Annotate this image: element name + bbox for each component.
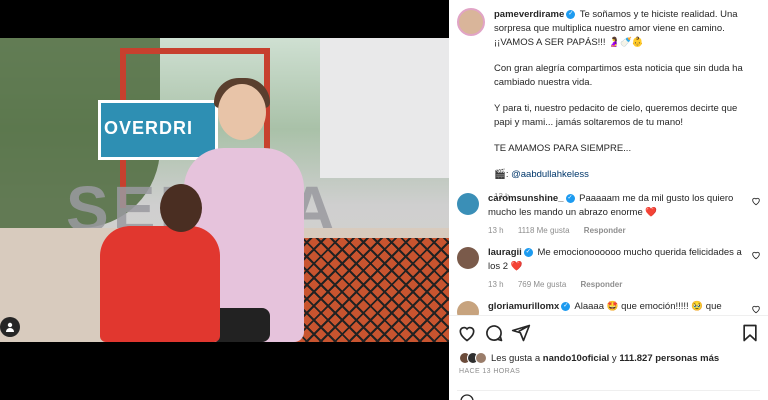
photo-man (100, 226, 220, 342)
photo-backdrop (320, 38, 449, 178)
comment-time[interactable]: 13 h (488, 226, 504, 235)
liker-avatar (475, 352, 487, 364)
photo-credit-mention[interactable]: @aabdullahkeless (511, 169, 589, 180)
comment-item: gloriamurillomx ✓ Alaaaa 🤩 que emoción!!!… (457, 300, 765, 315)
user-tag-icon[interactable] (0, 317, 20, 337)
verified-icon: ✓ (566, 9, 576, 19)
comment-time[interactable]: 13 h (488, 280, 504, 289)
reply-button[interactable]: Responder (581, 280, 623, 289)
comment-avatar[interactable] (457, 193, 479, 215)
comment-like-heart-icon[interactable] (751, 304, 761, 314)
caption-line-2: Con gran alegría compartimos esta notici… (494, 63, 743, 88)
clapper-icon: 🎬 (494, 169, 506, 180)
heart-icon[interactable] (457, 323, 477, 343)
actions-divider (449, 315, 768, 316)
bookmark-icon[interactable] (740, 323, 760, 343)
author-avatar[interactable] (457, 8, 485, 36)
comment-item: lauragii ✓ Me emocionoooooo mucho querida… (457, 246, 765, 292)
verified-icon: ✓ (561, 301, 571, 311)
post-side-panel: pameverdirame ✓ Te soñamos y te hiciste r… (449, 0, 768, 400)
caption-line-4: TE AMAMOS PARA SIEMPRE... (494, 143, 632, 154)
photo-sign-text: OVERDRI (104, 118, 194, 138)
reply-button[interactable]: Responder (584, 226, 626, 235)
post-photo[interactable]: OVERDRI SEMINA (0, 38, 449, 342)
likes-summary: Les gusta a nando10oficial y 111.827 per… (459, 352, 719, 364)
comment-likes[interactable]: 769 Me gusta (518, 280, 566, 289)
likes-connector: y (611, 352, 617, 364)
add-comment-bar (457, 390, 760, 400)
comment-item: caromsunshine_ ✓ Paaaaam me da mil gusto … (457, 192, 765, 238)
likes-prefix: Les gusta a (491, 352, 541, 364)
post-actions (457, 323, 760, 345)
comment-likes[interactable]: 1118 Me gusta (518, 226, 570, 235)
comment-like-heart-icon[interactable] (751, 196, 761, 206)
post-timestamp[interactable]: HACE 13 HORAS (459, 368, 520, 375)
caption-line-3: Y para ti, nuestro pedacito de cielo, qu… (494, 103, 738, 128)
comment-avatar[interactable] (457, 301, 479, 315)
photo-net (292, 238, 449, 342)
comment-username[interactable]: caromsunshine_ (488, 193, 564, 204)
verified-icon: ✓ (523, 247, 533, 257)
likes-count[interactable]: 111.827 personas más (619, 353, 719, 364)
comment-icon[interactable] (484, 323, 504, 343)
emoji-icon[interactable] (459, 393, 475, 400)
likes-user[interactable]: nando10oficial (543, 353, 610, 364)
comment-username[interactable]: gloriamurillomx (488, 301, 559, 312)
comment-like-heart-icon[interactable] (751, 250, 761, 260)
share-icon[interactable] (511, 323, 531, 343)
photo-man-head (160, 184, 202, 232)
verified-icon: ✓ (565, 193, 575, 203)
likes-text[interactable]: Les gusta a nando10oficial y 111.827 per… (491, 353, 719, 364)
post-media: OVERDRI SEMINA (0, 0, 449, 400)
author-username[interactable]: pameverdirame (494, 9, 564, 20)
comment-username[interactable]: lauragii (488, 247, 522, 258)
photo-woman-head (218, 84, 266, 140)
post-caption: pameverdirame ✓ Te soñamos y te hiciste r… (457, 8, 757, 204)
comment-avatar[interactable] (457, 247, 479, 269)
caption-body: pameverdirame ✓ Te soñamos y te hiciste r… (494, 8, 756, 204)
